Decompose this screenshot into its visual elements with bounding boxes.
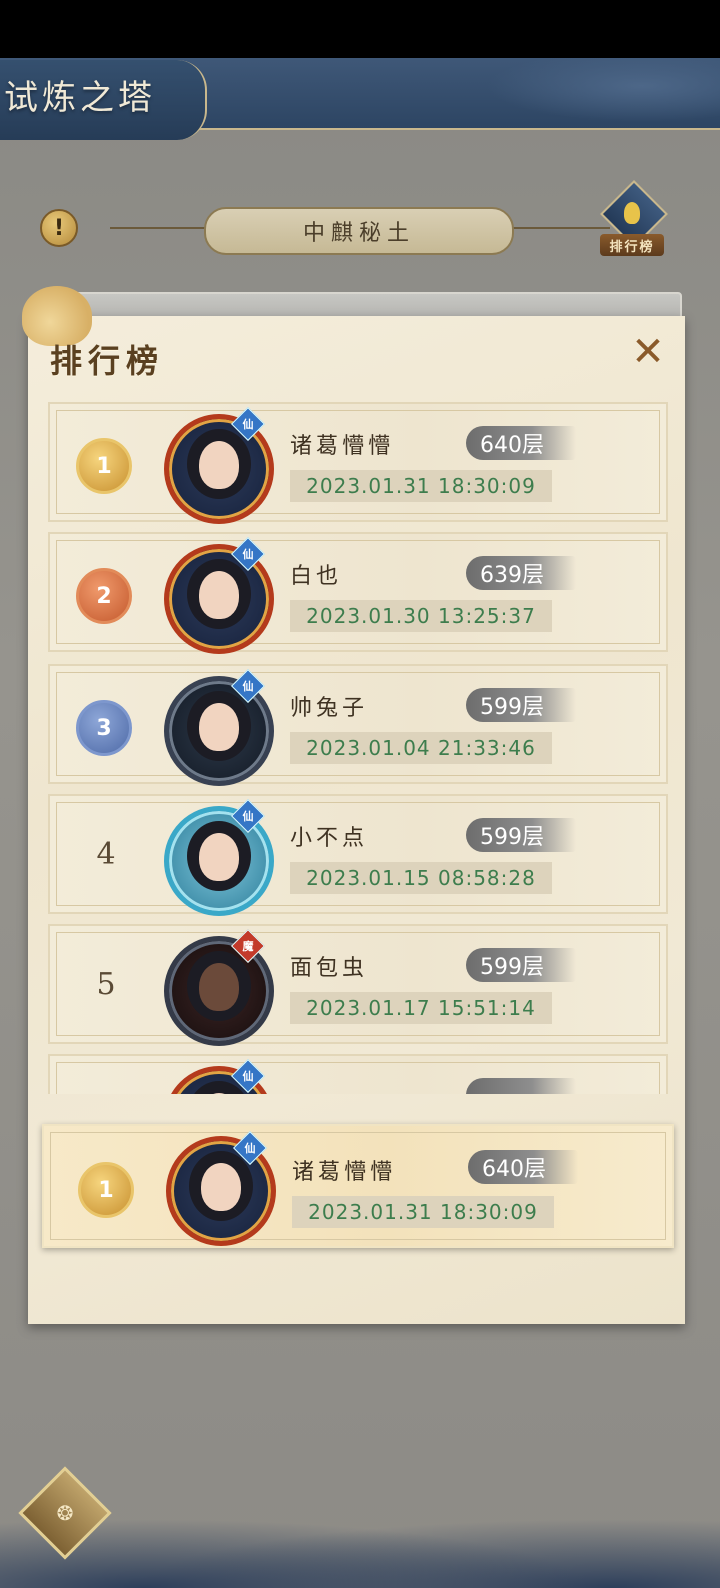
flame-icon [624, 202, 640, 224]
bronze-medal-icon: 3 [76, 700, 132, 756]
player-name: 诸葛懵懵 [292, 1160, 397, 1185]
floor-count [466, 1078, 576, 1094]
info-button[interactable]: ! [40, 209, 78, 247]
gold-medal-icon: 1 [78, 1162, 134, 1218]
player-name: 诸葛懵懵 [290, 434, 395, 459]
floor-count: 640层 [466, 426, 576, 460]
player-name: 帅兔子 [290, 696, 369, 721]
player-name: 小不点 [290, 826, 369, 851]
ranking-row[interactable]: 3 仙 帅兔子 599层 2023.01.04 21:33:46 [48, 664, 668, 786]
record-time: 2023.01.30 13:25:37 [290, 600, 552, 632]
rank-number: 5 [96, 966, 116, 1002]
ranking-row[interactable]: 6 仙 [48, 1054, 668, 1094]
gold-medal-icon: 1 [76, 438, 132, 494]
close-x-icon: ✕ [631, 329, 665, 375]
banner-swirl [460, 58, 720, 128]
close-button[interactable]: ✕ [626, 329, 670, 375]
record-time: 2023.01.31 18:30:09 [292, 1196, 554, 1228]
ranking-list[interactable]: 1 仙 诸葛懵懵 640层 2023.01.31 18:30:09 2 仙 白也… [48, 402, 672, 1094]
silver-medal-icon: 2 [76, 568, 132, 624]
floor-count: 599层 [466, 948, 576, 982]
rank-number: 4 [96, 836, 116, 872]
floor-count: 599层 [466, 688, 576, 722]
player-name: 面包虫 [290, 956, 369, 981]
record-time: 2023.01.04 21:33:46 [290, 732, 552, 764]
ranking-row[interactable]: 4 仙 小不点 599层 2023.01.15 08:58:28 [48, 794, 668, 916]
status-bar [0, 0, 720, 58]
ranking-shortcut-button[interactable]: 排行榜 [600, 180, 668, 260]
exclamation-icon: ! [53, 215, 65, 241]
ranking-row[interactable]: 1 仙 诸葛懵懵 640层 2023.01.31 18:30:09 [48, 402, 668, 524]
tower-title: 试炼之塔 [4, 78, 156, 118]
swirl-menu-icon: ❂ [56, 1501, 74, 1525]
ranking-row[interactable]: 2 仙 白也 639层 2023.01.30 13:25:37 [48, 532, 668, 654]
stage-name: 中麒秘土 [204, 207, 514, 255]
record-time: 2023.01.15 08:58:28 [290, 862, 552, 894]
rank-number: 6 [86, 1092, 126, 1094]
record-time: 2023.01.31 18:30:09 [290, 470, 552, 502]
my-ranking-row[interactable]: 1 仙 诸葛懵懵 640层 2023.01.31 18:30:09 [42, 1124, 674, 1248]
floor-count: 599层 [466, 818, 576, 852]
modal-title: 排行榜 [50, 342, 165, 380]
record-time: 2023.01.17 15:51:14 [290, 992, 552, 1024]
ranking-row[interactable]: 5 魔 面包虫 599层 2023.01.17 15:51:14 [48, 924, 668, 1046]
floor-count: 640层 [468, 1150, 578, 1184]
player-name: 白也 [290, 564, 343, 589]
floor-count: 639层 [466, 556, 576, 590]
ranking-shortcut-label: 排行榜 [600, 234, 664, 256]
